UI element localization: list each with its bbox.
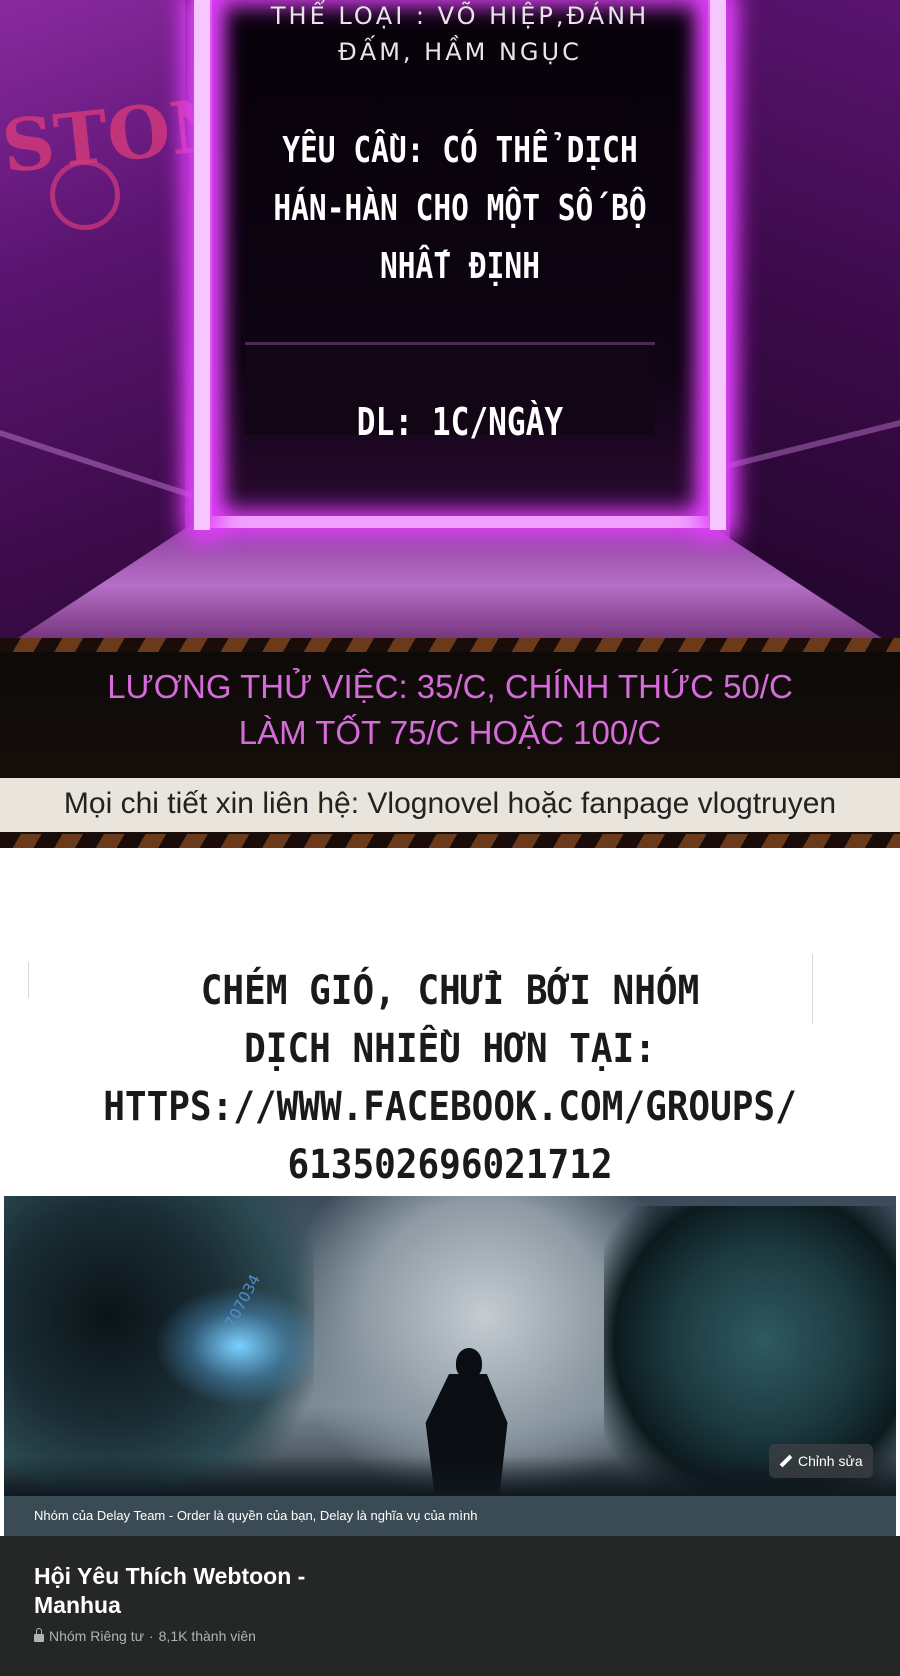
neon-post-right xyxy=(710,0,726,530)
poster-deadline: DL: 1C/NGÀY xyxy=(356,400,564,444)
salary-line: LÀM TỐT 75/C HOẶC 100/C xyxy=(238,714,662,751)
genre-line: ĐẤM, HẦM NGỤC xyxy=(338,38,582,66)
edit-cover-button[interactable]: Chỉnh sửa xyxy=(769,1444,873,1478)
salary-line: LƯƠNG THỬ VIỆC: 35/C, CHÍNH THỨC 50/C xyxy=(107,668,793,705)
pencil-icon xyxy=(779,1455,792,1468)
hazard-stripe xyxy=(0,638,900,652)
group-meta: Nhóm Riêng tư · 8,1K thành viên xyxy=(34,1628,256,1644)
cover-ground xyxy=(4,1456,896,1496)
group-description: Nhóm của Delay Team - Order là quyền của… xyxy=(4,1496,896,1536)
requirement-line: YÊU CẦU: CÓ THỂ DỊCH xyxy=(282,130,638,171)
left-handrail xyxy=(0,0,220,508)
divider-line xyxy=(28,962,29,998)
group-members[interactable]: 8,1K thành viên xyxy=(159,1628,256,1644)
poster-contact: Mọi chi tiết xin liên hệ: Vlognovel hoặc… xyxy=(63,787,837,820)
caption-line: CHÉM GIÓ, CHỬI BỚI NHÓM xyxy=(200,968,700,1014)
group-name-line: Manhua xyxy=(34,1592,121,1618)
group-caption: CHÉM GIÓ, CHỬI BỚI NHÓM DỊCH NHIỀU HƠN T… xyxy=(45,962,855,1194)
neon-post-left xyxy=(194,0,210,530)
caption-line: HTTPS://WWW.FACEBOOK.COM/GROUPS/ xyxy=(103,1084,797,1130)
poster-genre: THỂ LOẠI : VÕ HIỆP,ĐÁNH ĐẤM, HẦM NGỤC xyxy=(220,0,700,70)
poster-requirement: YÊU CẦU: CÓ THỂ DỊCH HÁN-HÀN CHO MỘT SỐ … xyxy=(263,122,657,296)
group-privacy: Nhóm Riêng tư xyxy=(49,1628,144,1644)
caption-line: DỊCH NHIỀU HƠN TẠI: xyxy=(244,1026,656,1072)
requirement-line: HÁN-HÀN CHO MỘT SỐ BỘ xyxy=(273,188,647,229)
group-cover-image: 707034 Chỉnh sửa xyxy=(4,1196,896,1496)
caption-line: 613502696021712 xyxy=(287,1142,613,1188)
group-name[interactable]: Hội Yêu Thích Webtoon - Manhua xyxy=(34,1562,394,1620)
lock-icon xyxy=(34,1628,44,1642)
group-name-line: Hội Yêu Thích Webtoon - xyxy=(34,1563,306,1589)
poster-salary: LƯƠNG THỬ VIỆC: 35/C, CHÍNH THỨC 50/C LÀ… xyxy=(0,664,900,756)
recruitment-poster: STON THỂ LOẠI : VÕ HIỆP,ĐÁNH ĐẤM, HẦM NG… xyxy=(0,0,900,848)
hazard-stripe xyxy=(0,834,900,848)
meta-separator: · xyxy=(148,1628,154,1644)
requirement-line: NHẤT ĐỊNH xyxy=(380,246,540,287)
genre-line: THỂ LOẠI : VÕ HIỆP,ĐÁNH xyxy=(270,2,650,30)
peace-symbol-icon xyxy=(50,160,120,230)
edit-cover-label: Chỉnh sửa xyxy=(798,1453,863,1469)
cover-figure-head xyxy=(456,1348,482,1378)
right-handrail xyxy=(700,0,900,476)
